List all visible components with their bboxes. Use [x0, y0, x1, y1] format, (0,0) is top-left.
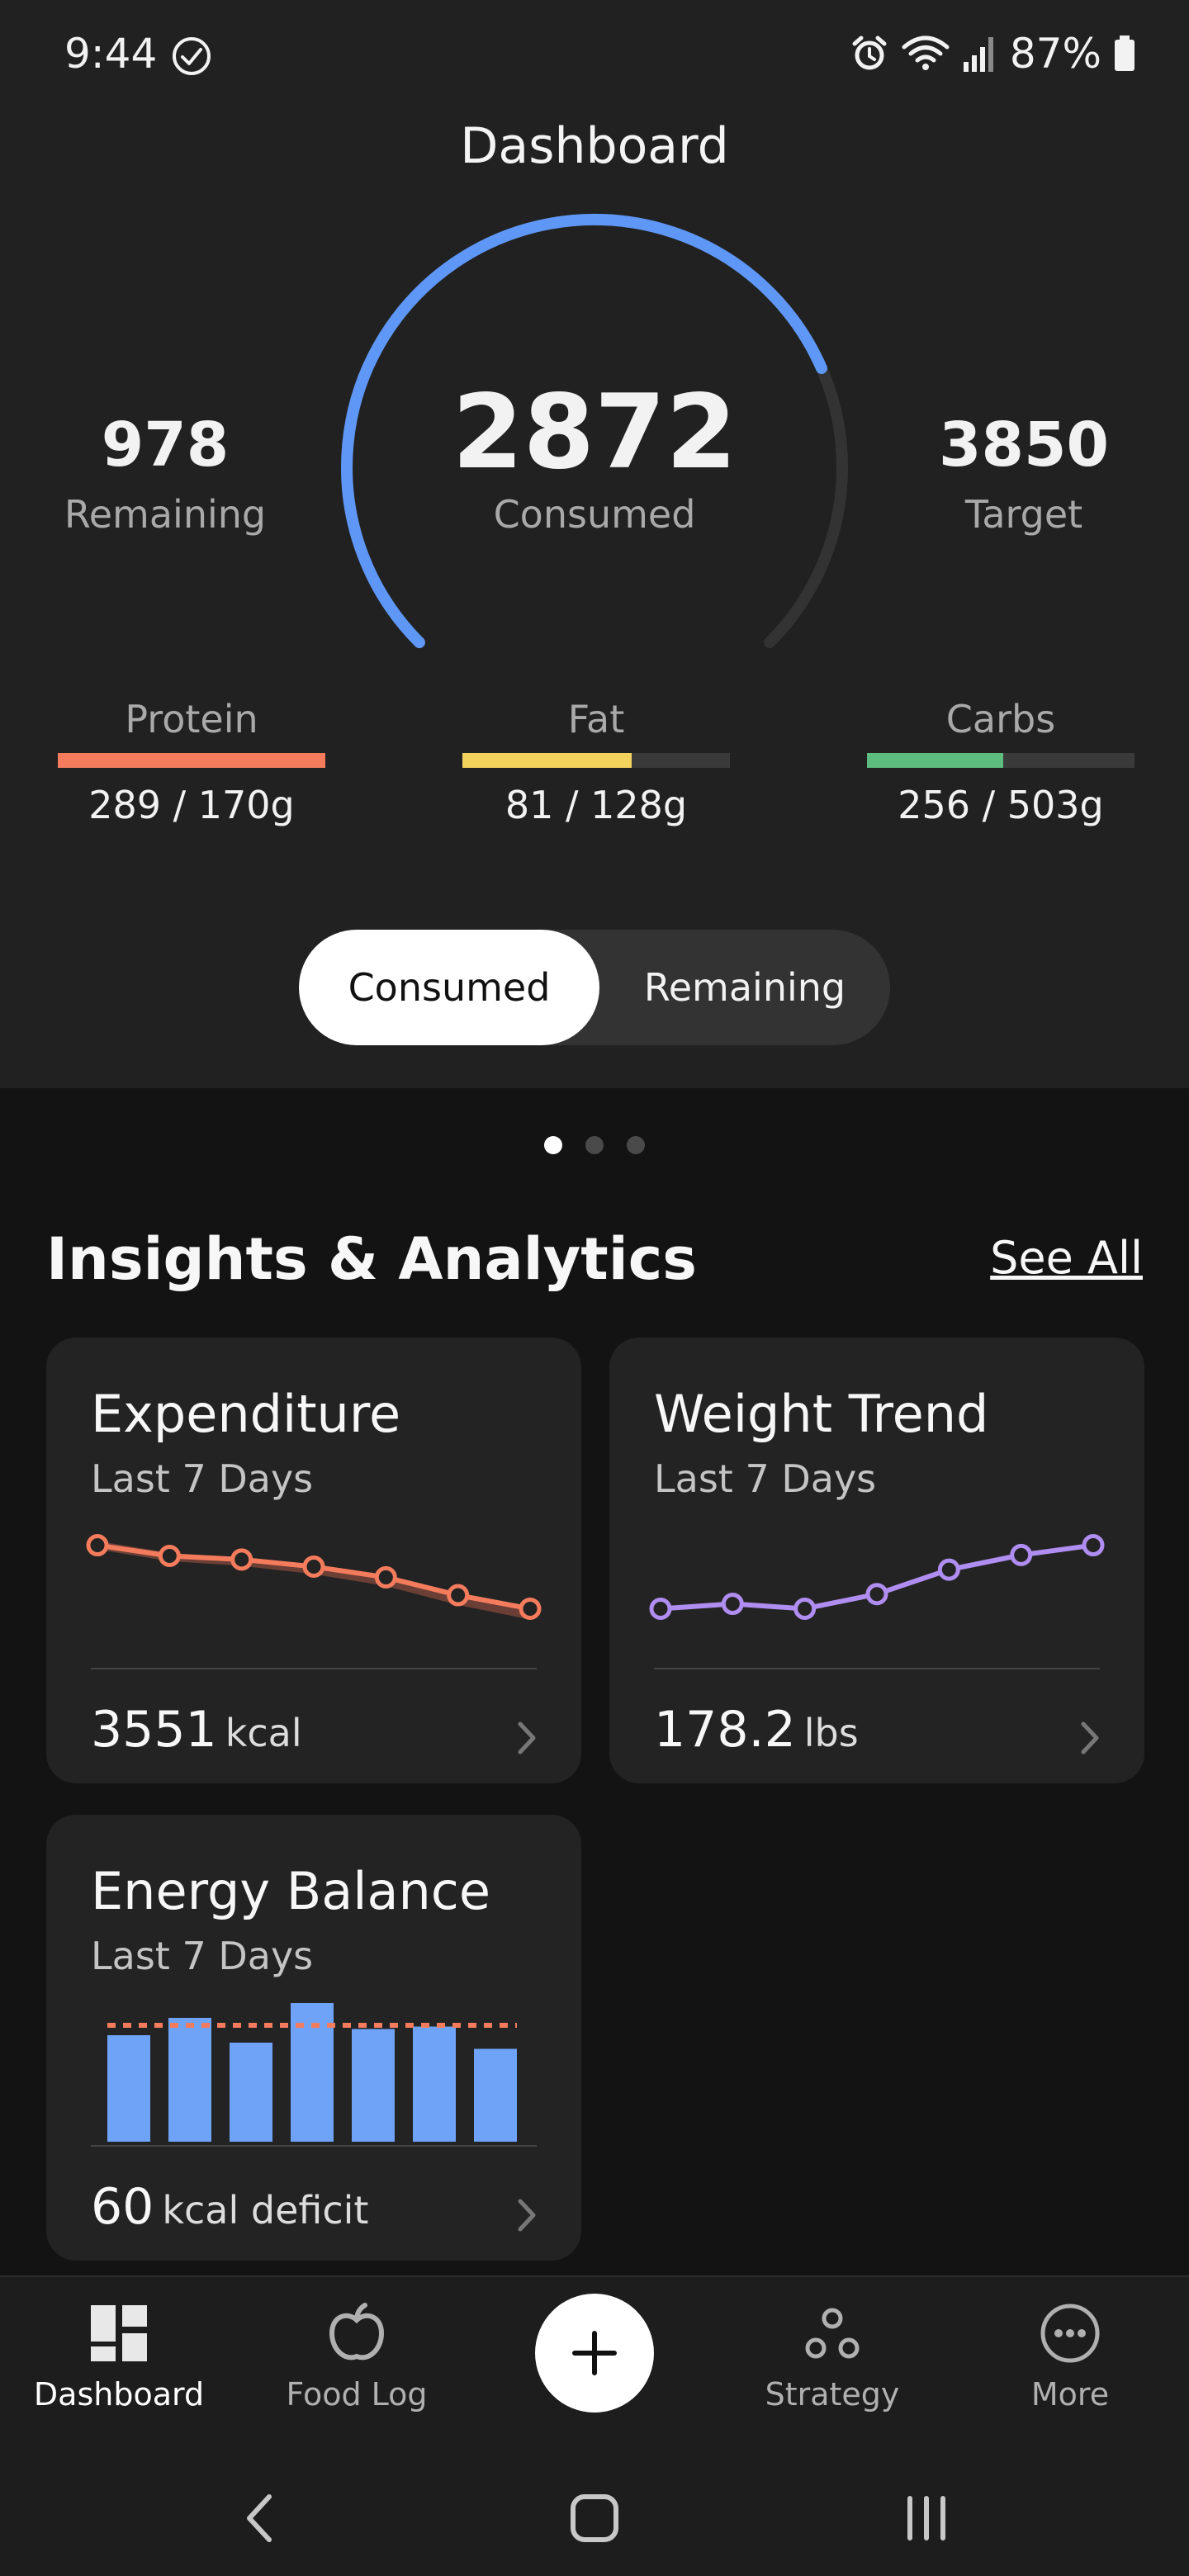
bar — [352, 2029, 395, 2142]
nav-label: Dashboard — [33, 2376, 205, 2413]
apple-icon — [329, 2303, 385, 2361]
card-value: 3551 kcal — [91, 1701, 302, 1759]
card-value: 60 kcal deficit — [91, 2178, 368, 2236]
macro-value: 256 / 503g — [898, 783, 1104, 827]
expenditure-card[interactable]: Expenditure Last 7 Days 3551 kcal — [46, 1338, 581, 1783]
bar — [474, 2048, 517, 2142]
nav-more[interactable]: More — [963, 2302, 1177, 2413]
card-divider — [654, 1668, 1100, 1669]
card-value: 178.2 lbs — [654, 1701, 859, 1759]
consumed-label: Consumed — [493, 492, 696, 537]
macro-progress-fill — [58, 753, 325, 768]
dashboard-icon — [91, 2305, 147, 2361]
bottom-navigation: Dashboard Food Log Strategy More — [0, 2275, 1189, 2576]
macro-carbs: Carbs 256 / 503g — [867, 697, 1135, 827]
macro-label: Protein — [125, 697, 258, 741]
data-point — [649, 1597, 672, 1620]
target-stat: 3850 Target — [892, 414, 1156, 537]
data-point — [158, 1545, 181, 1568]
bar — [413, 2026, 456, 2142]
toggle-consumed[interactable]: Consumed — [299, 930, 599, 1045]
nav-label: Food Log — [286, 2376, 428, 2413]
nav-food-log[interactable]: Food Log — [249, 2302, 464, 2413]
more-icon — [1040, 2304, 1100, 2363]
chevron-right-icon — [518, 1721, 536, 1754]
remaining-stat: 978 Remaining — [33, 414, 297, 537]
data-point — [793, 1597, 817, 1620]
nav-label: More — [1030, 2376, 1110, 2413]
expenditure-value: 3551 — [91, 1701, 217, 1759]
remaining-label: Remaining — [64, 492, 267, 537]
see-all-link[interactable]: See All — [990, 1232, 1143, 1284]
data-point — [519, 1597, 542, 1620]
back-icon[interactable] — [228, 2485, 294, 2551]
data-point — [1010, 1543, 1033, 1566]
page-indicator — [0, 1136, 1189, 1154]
macro-progress-bar — [867, 753, 1135, 768]
card-divider — [91, 2145, 537, 2147]
data-point — [374, 1565, 397, 1589]
target-label: Target — [964, 492, 1083, 537]
view-toggle: Consumed Remaining — [299, 930, 890, 1045]
recent-apps-icon[interactable] — [893, 2485, 959, 2551]
macro-progress-fill — [462, 753, 632, 768]
remaining-value: 978 — [101, 410, 230, 481]
data-point — [1082, 1534, 1105, 1557]
home-icon[interactable] — [561, 2485, 628, 2551]
card-divider — [91, 1668, 537, 1669]
macro-value: 81 / 128g — [504, 783, 688, 827]
data-point — [302, 1555, 325, 1578]
nav-label: Strategy — [765, 2376, 900, 2413]
bar — [230, 2043, 272, 2142]
energy-balance-unit: kcal deficit — [162, 2188, 369, 2233]
energy-balance-card[interactable]: Energy Balance Last 7 Days 60 kcal defici… — [46, 1815, 581, 2261]
page-dot[interactable] — [544, 1136, 562, 1154]
data-point — [721, 1593, 744, 1616]
data-point — [86, 1534, 109, 1557]
macro-progress-fill — [867, 753, 1003, 768]
data-point — [230, 1548, 253, 1571]
add-button[interactable] — [535, 2294, 654, 2413]
chevron-right-icon — [1081, 1721, 1099, 1754]
strategy-icon — [805, 2308, 860, 2359]
target-value: 3850 — [939, 410, 1109, 481]
weight-unit: lbs — [803, 1711, 859, 1755]
chevron-right-icon — [518, 2199, 536, 2232]
macro-value: 289 / 170g — [88, 783, 295, 827]
page-dot[interactable] — [627, 1136, 645, 1154]
consumed-value: 2872 — [452, 373, 737, 492]
macro-progress-bar — [462, 753, 730, 768]
macro-protein: Protein 289 / 170g — [58, 697, 325, 827]
data-point — [865, 1583, 888, 1606]
page-dot[interactable] — [585, 1136, 604, 1154]
data-point — [937, 1558, 960, 1581]
bar — [107, 2035, 150, 2142]
data-point — [447, 1584, 470, 1607]
consumed-stat: 2872 Consumed — [388, 381, 801, 537]
macro-label: Fat — [567, 697, 625, 741]
weight-value: 178.2 — [654, 1701, 796, 1759]
nav-strategy[interactable]: Strategy — [725, 2302, 940, 2413]
energy-balance-value: 60 — [91, 2178, 154, 2236]
bar — [168, 2018, 211, 2142]
macro-label: Carbs — [945, 697, 1056, 741]
nav-dashboard[interactable]: Dashboard — [12, 2302, 226, 2413]
toggle-remaining[interactable]: Remaining — [599, 930, 890, 1045]
macro-progress-bar — [58, 753, 325, 768]
plus-icon — [572, 2331, 617, 2375]
insights-title: Insights & Analytics — [46, 1225, 697, 1293]
calorie-gauge — [341, 213, 848, 649]
weight-trend-card[interactable]: Weight Trend Last 7 Days 178.2 lbs — [609, 1338, 1144, 1783]
macro-fat: Fat 81 / 128g — [462, 697, 730, 827]
expenditure-unit: kcal — [225, 1711, 302, 1755]
